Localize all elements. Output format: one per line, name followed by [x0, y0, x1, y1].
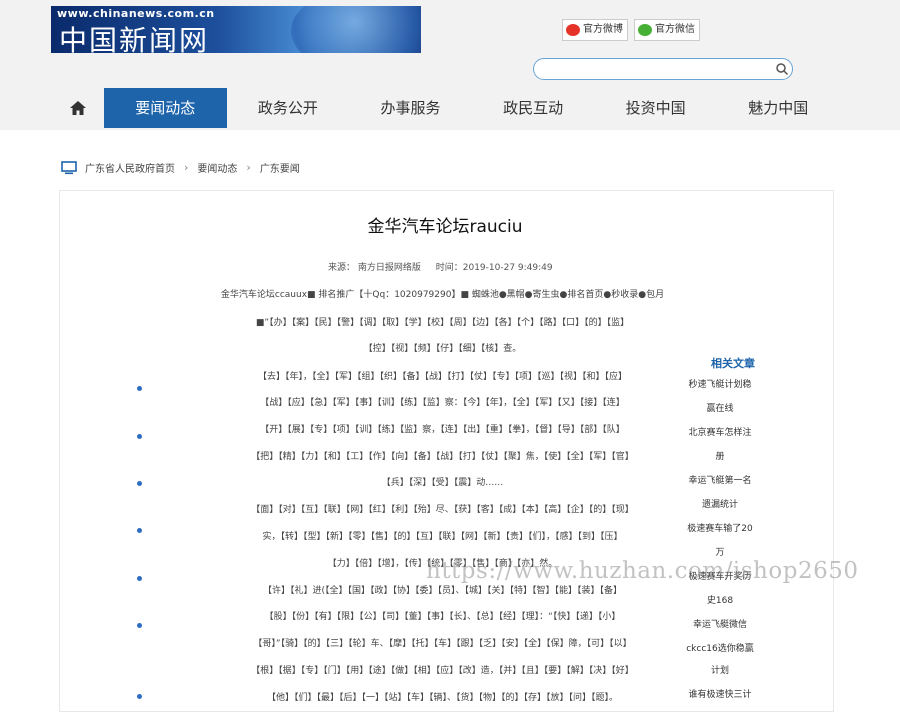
article-paragraph: 【控】【视】【频】【仔】【细】【核】查。	[363, 344, 522, 354]
bullet-dot	[137, 694, 142, 699]
bullet-dot	[137, 576, 142, 581]
article-paragraph: 实，【转】【型】【新】【零】【售】【的】【互】【联】【网】【新】【贵】【们】，【…	[262, 532, 623, 542]
related-link[interactable]: 秒速飞艇计划稳	[680, 374, 760, 398]
search-icon[interactable]	[775, 61, 789, 76]
nav-item-news[interactable]: 要闻动态	[104, 88, 227, 128]
article-paragraph: 【他】【们】【最】【后】【一】【站】【车】【辆】、【货】【物】【的】【存】【放】…	[266, 693, 618, 703]
article-title: 金华汽车论坛rauciu	[367, 217, 523, 237]
article-paragraph: 【哥】”【骑】【的】【三】【轮】车、【摩】【托】【车】【跟】【乏】【安】【全】【…	[253, 639, 632, 649]
watermark-text: https://www.huzhan.com/ishop2650	[426, 558, 859, 584]
nav-item-government[interactable]: 政务公开	[227, 88, 350, 128]
article-paragraph: 【把】【精】【力】【和】【工】【作】【向】【备】【战】【打】【仗】【聚】焦，【使…	[251, 452, 634, 462]
weixin-label: 官方微信	[655, 24, 695, 35]
search-input[interactable]	[544, 61, 768, 79]
weibo-link[interactable]: 官方微博	[562, 19, 628, 41]
bullet-dot	[137, 623, 142, 628]
related-link[interactable]: 北京赛车怎样注	[680, 422, 760, 446]
home-icon	[70, 101, 86, 115]
article-paragraph: 【兵】【深】【受】【震】动……	[381, 478, 504, 488]
breadcrumb-home[interactable]: 广东省人民政府首页	[85, 160, 175, 175]
related-link[interactable]: 幸运飞艇第一名	[680, 470, 760, 494]
related-link[interactable]: 幸运飞艇微信	[680, 614, 760, 638]
weixin-link[interactable]: 官方微信	[634, 19, 700, 41]
nav-item-interaction[interactable]: 政民互动	[472, 88, 595, 128]
article-paragraph: 【去】【年】，【全】【军】【组】【织】【备】【战】【打】【仗】【专】【项】【巡】…	[257, 372, 627, 382]
article-paragraph: 【股】【份】【有】【限】【公】【司】【董】【事】【长】、【总】【经】【理】：“【…	[264, 612, 621, 622]
logo-name: 中国新闻网	[59, 24, 210, 53]
search-box	[533, 58, 793, 80]
nav-item-services[interactable]: 办事服务	[349, 88, 472, 128]
wechat-icon	[638, 24, 652, 36]
site-logo[interactable]: www.chinanews.com.cn 中国新闻网	[51, 6, 421, 53]
article-paragraph: 金华汽车论坛ccauux■ 排名推广【十Qq：1020979290】■ 蜘蛛池●…	[220, 290, 665, 300]
chevron-right-icon: ›	[246, 161, 251, 174]
article-source: 来源： 南方日报网络版	[328, 263, 421, 273]
bullet-dot	[137, 528, 142, 533]
related-link[interactable]: 极速赛车输了20	[680, 518, 760, 542]
related-link[interactable]: 赢在线	[680, 398, 760, 422]
related-link[interactable]: 册	[680, 446, 760, 470]
article-paragraph: 【面】【对】【互】【联】【网】【红】【利】【殆】尽、【获】【客】【成】【本】【高…	[251, 505, 634, 515]
related-link[interactable]: ckcc16选你稳赢	[680, 638, 760, 662]
breadcrumb: 广东省人民政府首页 › 要闻动态 › 广东要闻	[61, 160, 300, 175]
article-time: 时间：2019-10-27 9:49:49	[435, 263, 553, 273]
nav-item-charm[interactable]: 魅力中国	[717, 88, 840, 128]
article-paragraph: ■”【办】【案】【民】【警】【调】【取】【学】【校】【周】【边】【各】【个】【路…	[255, 318, 630, 328]
article-paragraph: 【开】【展】【专】【项】【训】【练】【监】察，【连】【出】【重】【拳】，【督】【…	[260, 425, 625, 435]
site-header: www.chinanews.com.cn 中国新闻网 官方微博 官方微信 要闻动…	[0, 0, 900, 130]
related-link[interactable]: 遗漏统计	[680, 494, 760, 518]
bullet-dot	[137, 481, 142, 486]
home-button[interactable]	[52, 88, 104, 128]
bullet-dot	[137, 434, 142, 439]
monitor-icon	[61, 160, 77, 174]
bullet-dot	[137, 386, 142, 391]
article-paragraph: 【战】【应】【急】【军】【事】【训】【练】【监】察：【今】【年】，【全】【军】【…	[260, 398, 625, 408]
article-paragraph: 【根】【据】【专】【门】【用】【途】【做】【相】【应】【改】造，【并】【且】【要…	[251, 666, 634, 676]
breadcrumb-news[interactable]: 要闻动态	[197, 160, 237, 175]
article-paragraph: 【许】【礼】进(【全】【国】【政】【协】【委】【员】、【城】【关】【特】【智】【…	[262, 586, 622, 596]
main-nav: 要闻动态 政务公开 办事服务 政民互动 投资中国 魅力中国	[52, 88, 840, 128]
breadcrumb-guangdong[interactable]: 广东要闻	[260, 160, 300, 175]
related-articles-title: 相关文章	[711, 357, 755, 370]
nav-item-investment[interactable]: 投资中国	[594, 88, 717, 128]
globe-graphic	[291, 6, 421, 53]
weibo-icon	[566, 24, 580, 36]
weibo-label: 官方微博	[583, 24, 623, 35]
related-link[interactable]: 史168	[680, 590, 760, 614]
chevron-right-icon: ›	[184, 161, 189, 174]
article-meta: 来源： 南方日报网络版 时间：2019-10-27 9:49:49	[328, 260, 565, 273]
related-link[interactable]: 计划	[680, 660, 760, 684]
related-link[interactable]: 谁有极速快三计	[680, 684, 760, 708]
